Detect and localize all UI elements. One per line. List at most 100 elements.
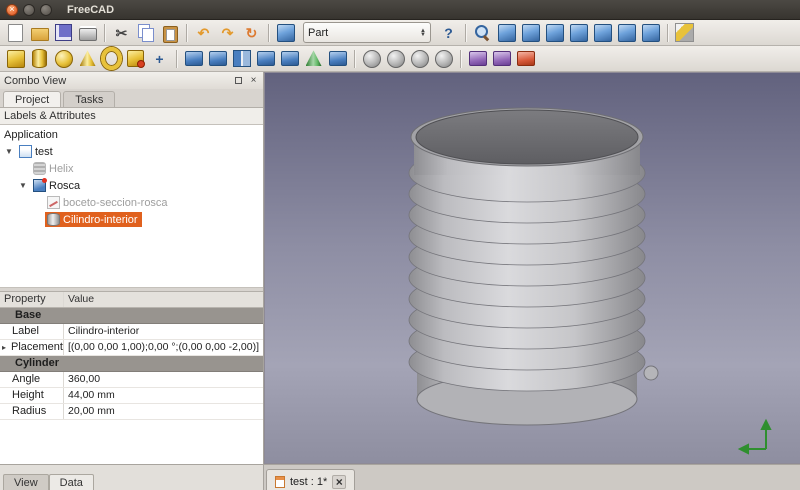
create-primitives-icon[interactable]: [125, 48, 146, 69]
toolbar-separator: [460, 50, 461, 68]
toolbar-separator: [667, 24, 668, 42]
view-left-icon[interactable]: [640, 22, 661, 43]
tab-view[interactable]: View: [3, 474, 49, 490]
tree-item-rosca[interactable]: ▼ Rosca: [0, 177, 263, 194]
property-column-header[interactable]: Property: [0, 292, 64, 307]
expander-icon[interactable]: ▼: [4, 147, 14, 156]
window-minimize-button[interactable]: [23, 4, 35, 16]
chamfer-icon[interactable]: [279, 48, 300, 69]
property-row-label: Label Cilindro-interior: [0, 324, 263, 340]
toolbar-group-part: +: [5, 48, 536, 69]
property-row-placement: ▸ Placement [(0,00 0,00 1,00);0,00 °;(0,…: [0, 340, 263, 356]
property-row-angle: Angle 360,00: [0, 372, 263, 388]
float-panel-icon[interactable]: [233, 75, 244, 86]
view-top-icon[interactable]: [544, 22, 565, 43]
boolean-intersection-icon[interactable]: [433, 48, 454, 69]
print-icon[interactable]: [77, 22, 98, 43]
body-icon: [33, 179, 46, 192]
tab-tasks[interactable]: Tasks: [63, 91, 115, 107]
property-table-header: Property Value: [0, 292, 263, 308]
view-right-icon[interactable]: [568, 22, 589, 43]
view-rear-icon[interactable]: [592, 22, 613, 43]
save-icon[interactable]: [53, 22, 74, 43]
property-row-height: Height 44,00 mm: [0, 388, 263, 404]
fit-all-icon[interactable]: [472, 22, 493, 43]
document-tab-label: test : 1*: [290, 476, 327, 488]
new-document-icon[interactable]: [5, 22, 26, 43]
box-icon[interactable]: [5, 48, 26, 69]
refresh-icon[interactable]: ↻: [241, 22, 262, 43]
compound-icon[interactable]: [515, 48, 536, 69]
toolbar-separator: [465, 24, 466, 42]
extrude-icon[interactable]: [183, 48, 204, 69]
expand-placement-icon[interactable]: ▸: [2, 340, 11, 355]
sphere-icon[interactable]: [53, 48, 74, 69]
tree-item-cilindro-interior[interactable]: Cilindro-interior: [0, 211, 263, 228]
view-axonometric-icon[interactable]: [496, 22, 517, 43]
threaded-cylinder-model[interactable]: [409, 108, 658, 425]
window-maximize-button[interactable]: [40, 4, 52, 16]
window-close-button[interactable]: ×: [6, 4, 18, 16]
3d-viewport-canvas[interactable]: [265, 73, 800, 463]
fillet-icon[interactable]: [255, 48, 276, 69]
undo-icon[interactable]: ↶: [193, 22, 214, 43]
cross-sections-icon[interactable]: [491, 48, 512, 69]
revolve-icon[interactable]: [207, 48, 228, 69]
tree-item-test[interactable]: ▼ test: [0, 143, 263, 160]
sweep-icon[interactable]: [327, 48, 348, 69]
boolean-cut-icon[interactable]: [385, 48, 406, 69]
toolbar-separator: [186, 24, 187, 42]
torus-icon[interactable]: [101, 48, 122, 69]
mirror-icon[interactable]: [231, 48, 252, 69]
cone-icon[interactable]: [77, 48, 98, 69]
model-tree: Application ▼ test Helix ▼: [0, 125, 263, 288]
toolbar-group-file: ✂ ↶↷↻: [5, 22, 296, 43]
loft-icon[interactable]: [303, 48, 324, 69]
boolean-icon[interactable]: [361, 48, 382, 69]
title-bar: × FreeCAD: [0, 0, 800, 20]
combo-view-tabs: Project Tasks: [0, 89, 263, 108]
workbench-icon[interactable]: [275, 22, 296, 43]
tree-root-application[interactable]: Application: [0, 126, 263, 143]
expander-icon[interactable]: ▼: [18, 181, 28, 190]
tree-item-boceto-seccion-rosca[interactable]: boceto-seccion-rosca: [0, 194, 263, 211]
toolbar-separator: [104, 24, 105, 42]
toolbar-separator: [354, 50, 355, 68]
section-icon[interactable]: [467, 48, 488, 69]
tree-column-header: Labels & Attributes: [0, 108, 263, 125]
document-tab-bar: test : 1* ×: [264, 465, 800, 490]
3d-viewport[interactable]: [264, 72, 800, 464]
view-front-icon[interactable]: [520, 22, 541, 43]
measure-distance-icon[interactable]: [674, 22, 695, 43]
value-column-header[interactable]: Value: [64, 292, 263, 307]
document-icon: [19, 145, 32, 158]
boolean-union-icon[interactable]: [409, 48, 430, 69]
close-panel-icon[interactable]: ×: [248, 75, 259, 86]
redo-icon[interactable]: ↷: [217, 22, 238, 43]
shape-builder-icon[interactable]: +: [149, 48, 170, 69]
toolbar-separator: [176, 50, 177, 68]
whats-this-icon[interactable]: ?: [438, 22, 459, 43]
open-icon[interactable]: [29, 22, 50, 43]
close-document-icon[interactable]: ×: [332, 475, 346, 489]
view-bottom-icon[interactable]: [616, 22, 637, 43]
combo-arrows-icon: ▲▼: [420, 29, 426, 37]
tab-project[interactable]: Project: [3, 91, 61, 107]
property-group-cylinder[interactable]: Cylinder: [0, 356, 263, 372]
workbench-selector[interactable]: Part ▲▼: [303, 22, 431, 43]
tree-item-helix[interactable]: Helix: [0, 160, 263, 177]
main-content: Combo View × Project Tasks Labels & Attr…: [0, 72, 800, 464]
helix-icon: [33, 162, 46, 175]
combo-view-title: Combo View: [4, 75, 66, 87]
property-editor: Property Value Base Label Cilindro-inter…: [0, 292, 263, 464]
property-group-base[interactable]: Base: [0, 308, 263, 324]
cut-icon[interactable]: ✂: [111, 22, 132, 43]
tab-data[interactable]: Data: [49, 474, 94, 490]
paste-icon[interactable]: [159, 22, 180, 43]
sketch-icon: [47, 196, 60, 209]
combo-view-panel: Combo View × Project Tasks Labels & Attr…: [0, 72, 264, 464]
copy-icon[interactable]: [135, 22, 156, 43]
document-tab-test[interactable]: test : 1* ×: [266, 469, 355, 490]
cylinder-icon[interactable]: [29, 48, 50, 69]
document-file-icon: [275, 476, 285, 488]
